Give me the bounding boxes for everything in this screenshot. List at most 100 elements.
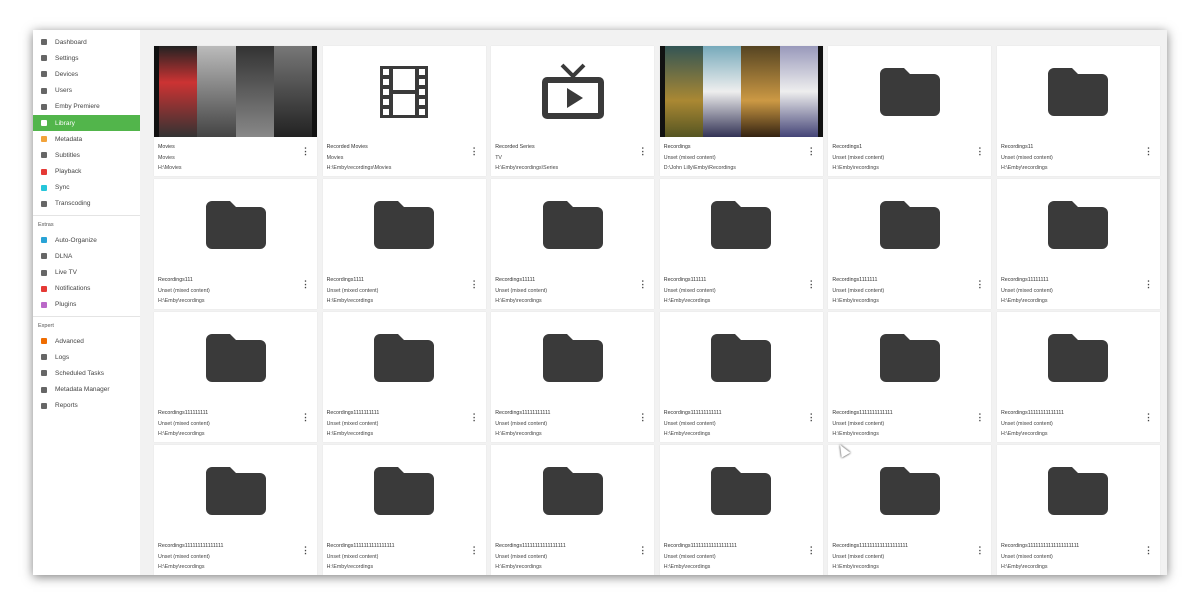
library-card[interactable]: Recordings1 Unset (mixed content) H:\Emb…	[828, 46, 992, 176]
sidebar-item-library[interactable]: Library	[33, 114, 140, 132]
more-options-icon[interactable]: ⋮	[470, 545, 479, 556]
library-path: H:\Emby\recordings	[326, 564, 374, 570]
library-card[interactable]: Recordings11 Unset (mixed content) H:\Em…	[996, 46, 1160, 176]
more-options-icon[interactable]: ⋮	[301, 279, 310, 290]
sidebar-item-metadata-manager[interactable]: Metadata Manager	[33, 382, 140, 398]
folder-icon[interactable]	[997, 445, 1160, 536]
folder-icon[interactable]	[660, 179, 823, 270]
more-options-icon[interactable]: ⋮	[807, 412, 816, 423]
folder-icon[interactable]	[660, 445, 823, 536]
library-card[interactable]: Recordings11111111111 Unset (mixed conte…	[491, 312, 655, 442]
folder-icon[interactable]	[828, 46, 991, 137]
library-card[interactable]: Recordings111111 Unset (mixed content) H…	[659, 179, 823, 309]
more-options-icon[interactable]: ⋮	[975, 412, 984, 423]
more-options-icon[interactable]: ⋮	[301, 146, 310, 157]
more-options-icon[interactable]: ⋮	[975, 545, 984, 556]
sidebar-item-live-tv[interactable]: Live TV	[33, 264, 140, 280]
sidebar-item-plugins[interactable]: Plugins	[33, 297, 140, 313]
sidebar-item-dlna[interactable]: DLNA	[33, 248, 140, 264]
sidebar-item-reports[interactable]: Reports	[33, 398, 140, 414]
more-options-icon[interactable]: ⋮	[638, 545, 647, 556]
library-type: Unset (mixed content)	[1000, 553, 1053, 560]
more-options-icon[interactable]: ⋮	[807, 545, 816, 556]
more-options-icon[interactable]: ⋮	[301, 545, 310, 556]
sidebar-item-emby-premiere[interactable]: Emby Premiere	[33, 99, 140, 115]
library-card[interactable]: Recordings11111 Unset (mixed content) H:…	[491, 179, 655, 309]
more-options-icon[interactable]: ⋮	[470, 146, 479, 157]
library-card[interactable]: Recordings111111111111 Unset (mixed cont…	[659, 312, 823, 442]
sidebar-item-playback[interactable]: Playback	[33, 164, 140, 180]
library-card[interactable]: Recordings11111111111111 Unset (mixed co…	[996, 312, 1160, 442]
more-options-icon[interactable]: ⋮	[301, 412, 310, 423]
more-options-icon[interactable]: ⋮	[470, 412, 479, 423]
sidebar-item-settings[interactable]: Settings	[33, 50, 140, 66]
folder-icon[interactable]	[997, 179, 1160, 270]
sidebar-item-metadata[interactable]: Metadata	[33, 131, 140, 147]
collage-image[interactable]	[154, 46, 317, 137]
more-options-icon[interactable]: ⋮	[975, 279, 984, 290]
library-card[interactable]: Recordings111111111111111 Unset (mixed c…	[154, 445, 317, 575]
more-options-icon[interactable]: ⋮	[975, 146, 984, 157]
library-card[interactable]: Recordings11111111111111111111 Unset (mi…	[996, 445, 1160, 575]
sidebar-item-devices[interactable]: Devices	[33, 66, 140, 82]
more-options-icon[interactable]: ⋮	[1144, 146, 1153, 157]
folder-icon[interactable]	[323, 179, 486, 270]
library-card[interactable]: Recordings111111111 Unset (mixed content…	[154, 312, 317, 442]
sidebar-item-transcoding[interactable]: Transcoding	[33, 196, 140, 212]
folder-icon[interactable]	[323, 445, 486, 536]
folder-icon[interactable]	[997, 312, 1160, 403]
folder-icon[interactable]	[491, 179, 654, 270]
library-type: Unset (mixed content)	[663, 553, 716, 560]
folder-icon[interactable]	[491, 312, 654, 403]
more-options-icon[interactable]: ⋮	[638, 279, 647, 290]
file-icon	[41, 136, 47, 143]
more-options-icon[interactable]: ⋮	[807, 279, 816, 290]
sidebar-item-subtitles[interactable]: Subtitles	[33, 147, 140, 163]
more-options-icon[interactable]: ⋮	[638, 146, 647, 157]
library-card[interactable]: Recorded Movies Movies H:\Emby\recording…	[322, 46, 486, 176]
folder-icon[interactable]	[154, 445, 317, 536]
folder-icon[interactable]	[660, 312, 823, 403]
library-card[interactable]: Recordings1111111 Unset (mixed content) …	[828, 179, 992, 309]
more-options-icon[interactable]: ⋮	[1144, 545, 1153, 556]
folder-icon[interactable]	[828, 179, 991, 270]
sidebar-item-label: Subtitles	[55, 151, 80, 159]
sidebar-item-advanced[interactable]: Advanced	[33, 333, 140, 349]
more-options-icon[interactable]: ⋮	[470, 279, 479, 290]
library-card[interactable]: Recordings1111 Unset (mixed content) H:\…	[322, 179, 486, 309]
library-card[interactable]: Recordings1111111111111111111 Unset (mix…	[828, 445, 992, 575]
sidebar-item-users[interactable]: Users	[33, 83, 140, 99]
folder-icon[interactable]	[154, 312, 317, 403]
sidebar-item-logs[interactable]: Logs	[33, 349, 140, 365]
library-card[interactable]: Recordings1111111111111111 Unset (mixed …	[322, 445, 486, 575]
more-options-icon[interactable]: ⋮	[1144, 279, 1153, 290]
tv-icon[interactable]	[491, 46, 654, 137]
library-card[interactable]: Recorded Series TV H:\Emby\recordings\Se…	[491, 46, 655, 176]
library-card[interactable]: Recordings1111111111111 Unset (mixed con…	[828, 312, 992, 442]
folder-icon[interactable]	[323, 312, 486, 403]
sidebar-item-dashboard[interactable]: Dashboard	[33, 34, 140, 50]
sidebar-item-auto-organize[interactable]: Auto-Organize	[33, 232, 140, 248]
more-options-icon[interactable]: ⋮	[807, 146, 816, 157]
folder-icon[interactable]	[154, 179, 317, 270]
film-icon[interactable]	[323, 46, 486, 137]
more-options-icon[interactable]: ⋮	[638, 412, 647, 423]
folder-icon[interactable]	[828, 445, 991, 536]
folder-icon[interactable]	[491, 445, 654, 536]
library-path: H:\Emby\recordings	[158, 298, 205, 304]
library-card[interactable]: Recordings11111111 Unset (mixed content)…	[996, 179, 1160, 309]
folder-icon[interactable]	[828, 312, 991, 403]
library-card[interactable]: Recordings Unset (mixed content) D:\John…	[659, 46, 823, 176]
more-options-icon[interactable]: ⋮	[1144, 412, 1153, 423]
sidebar-item-notifications[interactable]: Notifications	[33, 281, 140, 297]
collage-image[interactable]	[659, 46, 823, 137]
sidebar-item-scheduled-tasks[interactable]: Scheduled Tasks	[33, 365, 140, 381]
library-card[interactable]: Recordings111111111111111111 Unset (mixe…	[659, 445, 823, 575]
library-card[interactable]: Recordings11111111111111111 Unset (mixed…	[491, 445, 655, 575]
sidebar-item-sync[interactable]: Sync	[33, 180, 140, 196]
folder-icon[interactable]	[997, 46, 1160, 137]
library-card[interactable]: Recordings111 Unset (mixed content) H:\E…	[154, 179, 317, 309]
library-card[interactable]: Recordings1111111111 Unset (mixed conten…	[322, 312, 486, 442]
library-card[interactable]: Movies Movies H:\Movies ⋮	[154, 46, 317, 176]
sidebar-item-label: DLNA	[55, 252, 73, 260]
